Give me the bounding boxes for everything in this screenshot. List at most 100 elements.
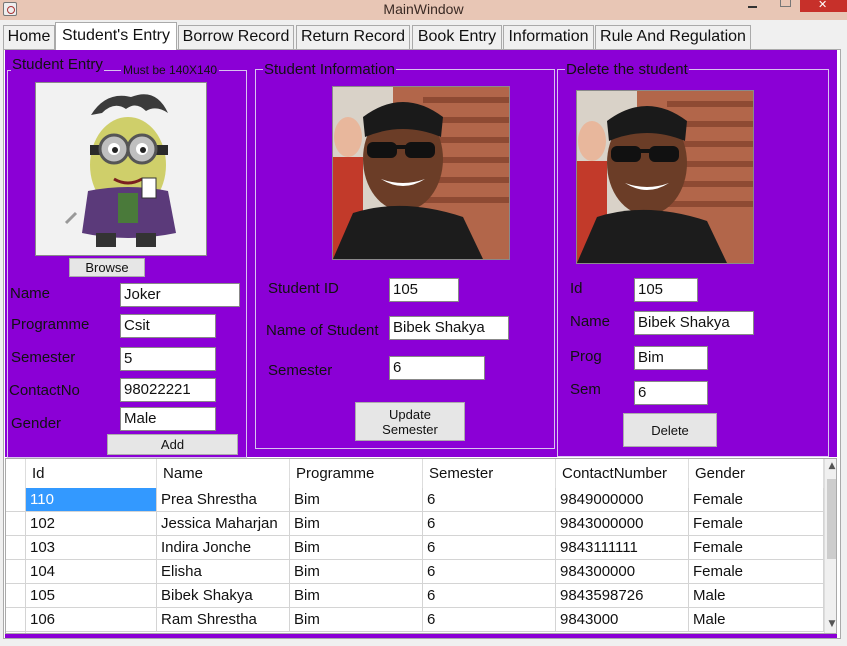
table-cell-id[interactable]: 110: [26, 488, 157, 512]
row-header[interactable]: [6, 584, 26, 608]
column-header-id[interactable]: Id: [26, 459, 157, 488]
delete-sem-label: Sem: [570, 381, 601, 398]
tab-book-entry[interactable]: Book Entry: [412, 25, 502, 49]
name-of-student-label: Name of Student: [266, 322, 379, 339]
table-cell-programme[interactable]: Bim: [290, 512, 423, 536]
browse-button[interactable]: Browse: [69, 258, 145, 277]
table-row[interactable]: 106 Ram Shrestha Bim 6 9843000 Male: [6, 608, 824, 632]
table-cell-name[interactable]: Jessica Maharjan: [157, 512, 290, 536]
table-cell-name[interactable]: Bibek Shakya: [157, 584, 290, 608]
table-cell-gender[interactable]: Female: [689, 536, 824, 560]
name-label: Name: [10, 285, 51, 302]
table-cell-contactnumber[interactable]: 9843000000: [556, 512, 689, 536]
table-cell-programme[interactable]: Bim: [290, 536, 423, 560]
window-title: MainWindow: [383, 1, 464, 17]
column-header-programme[interactable]: Programme: [290, 459, 423, 488]
row-header[interactable]: [6, 560, 26, 584]
tab-information[interactable]: Information: [503, 25, 594, 49]
table-cell-contactnumber[interactable]: 9849000000: [556, 488, 689, 512]
add-button[interactable]: Add: [107, 434, 238, 455]
table-cell-name[interactable]: Ram Shrestha: [157, 608, 290, 632]
delete-button[interactable]: Delete: [623, 413, 717, 447]
contact-input[interactable]: 98022221: [120, 378, 216, 402]
delete-photo-image: [577, 91, 753, 263]
delete-prog-input[interactable]: Bim: [634, 346, 708, 370]
student-id-input[interactable]: 105: [389, 278, 459, 302]
table-cell-gender[interactable]: Male: [689, 608, 824, 632]
student-entry-legend: Student Entry: [11, 56, 104, 73]
table-row[interactable]: 102 Jessica Maharjan Bim 6 9843000000 Female: [6, 512, 824, 536]
update-semester-button[interactable]: Update Semester: [355, 402, 465, 441]
semester-input[interactable]: 5: [120, 347, 216, 371]
table-cell-name[interactable]: Elisha: [157, 560, 290, 584]
table-row[interactable]: 110 Prea Shrestha Bim 6 9849000000 Female: [6, 488, 824, 512]
programme-input[interactable]: Csit: [120, 314, 216, 338]
table-cell-gender[interactable]: Female: [689, 560, 824, 584]
students-table[interactable]: Id Name Programme Semester ContactNumber…: [5, 458, 837, 634]
table-cell-semester[interactable]: 6: [423, 560, 556, 584]
table-cell-programme[interactable]: Bim: [290, 584, 423, 608]
row-header[interactable]: [6, 608, 26, 632]
close-button[interactable]: [800, 0, 847, 12]
delete-id-input[interactable]: 105: [634, 278, 698, 302]
table-cell-gender[interactable]: Female: [689, 512, 824, 536]
delete-student-legend: Delete the student: [565, 61, 689, 78]
student-id-label: Student ID: [268, 280, 339, 297]
tab-home[interactable]: Home: [3, 25, 55, 49]
student-photo-image: [333, 87, 509, 259]
table-cell-id[interactable]: 106: [26, 608, 157, 632]
programme-label: Programme: [11, 316, 90, 333]
row-header[interactable]: [6, 536, 26, 560]
delete-name-input[interactable]: Bibek Shakya: [634, 311, 754, 335]
table-cell-contactnumber[interactable]: 9843598726: [556, 584, 689, 608]
contact-label: ContactNo: [9, 382, 80, 399]
column-header-contact-number[interactable]: ContactNumber: [556, 459, 689, 488]
table-cell-semester[interactable]: 6: [423, 488, 556, 512]
table-cell-id[interactable]: 103: [26, 536, 157, 560]
student-entry-photo: [35, 82, 207, 256]
scroll-down-icon[interactable]: ▼: [827, 619, 836, 631]
table-cell-programme[interactable]: Bim: [290, 560, 423, 584]
delete-name-label: Name: [570, 313, 611, 330]
minimize-button[interactable]: [740, 0, 764, 12]
title-bar[interactable]: MainWindow: [0, 0, 847, 20]
table-cell-id[interactable]: 104: [26, 560, 157, 584]
table-cell-id[interactable]: 105: [26, 584, 157, 608]
table-row[interactable]: 105 Bibek Shakya Bim 6 9843598726 Male: [6, 584, 824, 608]
table-cell-programme[interactable]: Bim: [290, 608, 423, 632]
gender-input[interactable]: Male: [120, 407, 216, 431]
table-row[interactable]: 104 Elisha Bim 6 984300000 Female: [6, 560, 824, 584]
table-cell-gender[interactable]: Male: [689, 584, 824, 608]
delete-sem-input[interactable]: 6: [634, 381, 708, 405]
column-header-gender[interactable]: Gender: [689, 459, 824, 488]
maximize-button[interactable]: [774, 0, 796, 12]
row-header[interactable]: [6, 488, 26, 512]
table-cell-contactnumber[interactable]: 9843111111: [556, 536, 689, 560]
scroll-up-icon[interactable]: ▲: [827, 461, 836, 473]
tab-students-entry[interactable]: Student's Entry: [55, 22, 177, 50]
table-cell-semester[interactable]: 6: [423, 584, 556, 608]
semester-info-input[interactable]: 6: [389, 356, 485, 380]
table-cell-semester[interactable]: 6: [423, 512, 556, 536]
row-header[interactable]: [6, 512, 26, 536]
tab-return-record[interactable]: Return Record: [296, 25, 410, 49]
table-cell-contactnumber[interactable]: 9843000: [556, 608, 689, 632]
table-cell-semester[interactable]: 6: [423, 608, 556, 632]
semester-label: Semester: [11, 349, 76, 366]
table-row[interactable]: 103 Indira Jonche Bim 6 9843111111 Female: [6, 536, 824, 560]
column-header-name[interactable]: Name: [157, 459, 290, 488]
table-cell-contactnumber[interactable]: 984300000: [556, 560, 689, 584]
table-cell-programme[interactable]: Bim: [290, 488, 423, 512]
scroll-thumb[interactable]: [827, 479, 836, 559]
name-input[interactable]: Joker: [120, 283, 240, 307]
tab-rule-and-regulation[interactable]: Rule And Regulation: [595, 25, 751, 49]
table-cell-name[interactable]: Indira Jonche: [157, 536, 290, 560]
table-cell-gender[interactable]: Female: [689, 488, 824, 512]
tab-borrow-record[interactable]: Borrow Record: [178, 25, 294, 49]
table-cell-id[interactable]: 102: [26, 512, 157, 536]
table-cell-name[interactable]: Prea Shrestha: [157, 488, 290, 512]
name-of-student-input[interactable]: Bibek Shakya: [389, 316, 509, 340]
table-cell-semester[interactable]: 6: [423, 536, 556, 560]
vertical-scrollbar[interactable]: ▲ ▼: [824, 459, 836, 633]
column-header-semester[interactable]: Semester: [423, 459, 556, 488]
